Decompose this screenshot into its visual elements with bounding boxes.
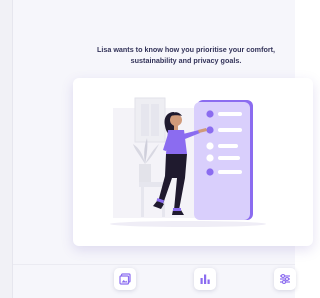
left-panel xyxy=(0,0,13,298)
woman-with-checklist-illustration xyxy=(110,97,266,227)
statistics-button[interactable] xyxy=(194,268,216,290)
illustration-card xyxy=(73,78,313,246)
prompt-line-1: Lisa wants to know how you prioritise yo… xyxy=(96,45,276,54)
prompt-line-2: sustainability and privacy goals. xyxy=(130,56,242,65)
gallery-button[interactable] xyxy=(114,268,136,290)
toolbar-divider xyxy=(13,264,295,265)
sliders-icon xyxy=(280,273,290,285)
settings-button[interactable] xyxy=(274,268,296,290)
bar-chart-icon xyxy=(200,274,210,284)
prompt-text: Lisa wants to know how you prioritise yo… xyxy=(70,44,302,66)
gallery-icon xyxy=(119,273,131,285)
checklist-board xyxy=(194,100,253,220)
